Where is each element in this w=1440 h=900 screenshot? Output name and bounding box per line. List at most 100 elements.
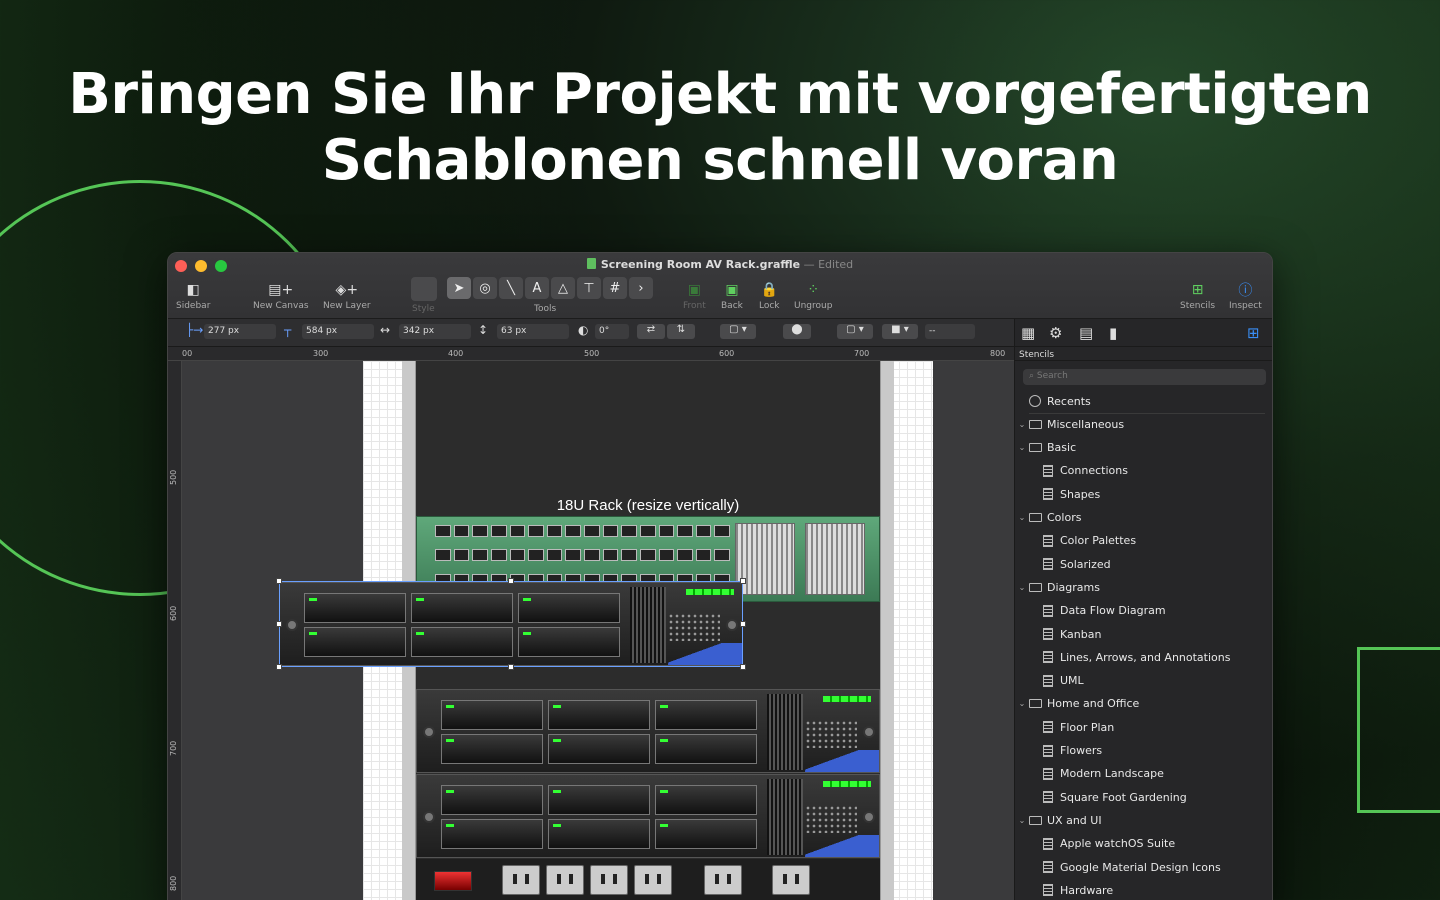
rack-rail-right[interactable] [880,361,894,900]
stencil-list-item[interactable]: Hardware [1043,880,1113,900]
new-canvas-button[interactable]: ▤+ New Canvas [253,279,309,311]
rotation-field[interactable]: 0° [595,324,629,339]
headline-line-1: Bringen Sie Ihr Projekt mit vorgefertigt… [68,62,1372,127]
lock-button[interactable]: 🔒 Lock [759,279,780,311]
sidebar-toggle-button[interactable]: ◧ Sidebar [176,279,210,311]
resize-handle[interactable] [740,664,746,670]
lock-icon: 🔒 [760,282,778,298]
pen-tool-icon[interactable]: △ [551,277,575,299]
text-tool-icon[interactable]: A [525,277,549,299]
stencil-search-input[interactable]: ⌕ Search [1023,369,1266,385]
canvas-inspector-icon[interactable]: ▦ [1021,324,1035,342]
pointer-tool-icon[interactable]: ➤ [447,277,471,299]
send-to-back-button[interactable]: ▣ Back [721,279,743,311]
gear-icon[interactable]: ⚙ [1049,324,1062,342]
stencil-icon [1043,674,1053,687]
stroke-color-well[interactable]: ■ ▾ [882,324,918,339]
x-field[interactable]: 277 px [204,324,276,339]
height-field[interactable]: 63 px [497,324,569,339]
stencil-list-item[interactable]: Connections [1043,461,1128,481]
chevron-down-icon[interactable]: ⌄ [1015,443,1029,452]
shape-tool-icon[interactable]: ◎ [473,277,497,299]
layout-icon[interactable]: ▤ [1079,324,1093,342]
stencil-list-item[interactable]: Apple watchOS Suite [1043,834,1175,854]
fill-popup-button[interactable]: ▢ ▾ [720,324,756,339]
inspect-button[interactable]: ⓘ Inspect [1229,279,1262,311]
resize-handle[interactable] [508,578,514,584]
flip-vertical-button[interactable]: ⇅ [667,324,695,339]
style-button[interactable] [411,277,437,301]
resize-handle[interactable] [508,664,514,670]
more-tools-icon[interactable]: › [629,277,653,299]
stencil-list-item-label: Hardware [1060,883,1114,897]
grid-tool-icon[interactable]: # [603,277,627,299]
stencil-list-item[interactable]: Color Palettes [1043,531,1136,551]
stencil-icon [1043,791,1053,804]
server-knob [423,811,435,823]
stencil-list-item[interactable]: Recents [1029,391,1091,411]
resize-handle[interactable] [276,578,282,584]
line-tool-icon[interactable]: ╲ [499,277,523,299]
app-window: Screening Room AV Rack.graffle — Edited … [167,252,1273,900]
canvas-page[interactable]: 18U Rack (resize vertically) [276,361,933,900]
document-inspector-icon[interactable]: ▮ [1109,324,1117,342]
new-canvas-label: New Canvas [253,301,309,311]
stencil-list-item[interactable]: UML [1043,671,1084,691]
chevron-down-icon[interactable]: ⌄ [1015,513,1029,522]
stencil-list-item-label: Google Material Design Icons [1060,860,1221,874]
stencil-list-item[interactable]: ⌄ Basic [1015,438,1076,458]
stencil-list-item[interactable]: Google Material Design Icons [1043,857,1221,877]
dash-style-field[interactable]: -- [925,324,975,339]
rack-label[interactable]: 18U Rack (resize vertically) [416,497,880,514]
inspector-tabs: ▦ ⚙ ▤ ▮ ⊞ [1015,319,1272,347]
stencil-list-item[interactable]: Data Flow Diagram [1043,601,1166,621]
drive-bay [548,734,650,764]
flip-horizontal-button[interactable]: ⇄ [637,324,665,339]
power-strip[interactable] [416,859,880,900]
stencil-list-item[interactable]: ⌄ Diagrams [1015,577,1100,597]
resize-handle[interactable] [740,621,746,627]
stencil-list-item[interactable]: Floor Plan [1043,717,1114,737]
chevron-down-icon[interactable]: ⌄ [1015,699,1029,708]
stencil-icon [1043,721,1053,734]
resize-handle[interactable] [740,578,746,584]
bring-to-front-button[interactable]: ▣ Front [683,279,706,311]
stencil-list-item[interactable]: ⌄ Miscellaneous [1015,414,1124,434]
stencil-list-item[interactable]: ⌄ UX and UI [1015,810,1102,830]
width-field[interactable]: 342 px [399,324,471,339]
canvas[interactable]: 18U Rack (resize vertically) [182,361,1014,900]
style-label: Style [412,304,435,314]
stencil-icon [1043,651,1053,664]
chevron-down-icon[interactable]: ⌄ [1015,816,1029,825]
stencil-list-item[interactable]: Shapes [1043,484,1100,504]
diagram-tool-icon[interactable]: ⊤ [577,277,601,299]
stencil-list-item[interactable]: Lines, Arrows, and Annotations [1043,647,1230,667]
stencil-list-item[interactable]: Flowers [1043,741,1102,761]
chevron-down-icon[interactable]: ⌄ [1015,420,1029,429]
rotation-knob-icon[interactable]: ◐ [578,323,588,337]
server-unit[interactable] [416,689,880,773]
ruler-tick-label: 300 [313,349,329,358]
ungroup-label: Ungroup [794,301,833,311]
y-field[interactable]: 584 px [302,324,374,339]
stencil-list-item[interactable]: Solarized [1043,554,1111,574]
resize-handle[interactable] [276,621,282,627]
ungroup-icon: ⁘ [807,282,820,298]
stencil-list-item[interactable]: Square Foot Gardening [1043,787,1187,807]
power-outlet [590,865,628,895]
ungroup-button[interactable]: ⁘ Ungroup [794,279,832,311]
resize-handle[interactable] [276,664,282,670]
stencil-list-item[interactable]: Kanban [1043,624,1101,644]
shadow-toggle[interactable]: ⬤ [783,324,811,339]
stencil-list-item[interactable]: ⌄ Home and Office [1015,694,1140,714]
front-icon: ▣ [687,282,701,298]
stencils-button[interactable]: ⊞ Stencils [1180,279,1215,311]
stroke-popup-button[interactable]: ▢ ▾ [837,324,873,339]
stencil-list-item[interactable]: Modern Landscape [1043,764,1164,784]
stencil-list-item[interactable]: ⌄ Colors [1015,508,1082,528]
chevron-down-icon[interactable]: ⌄ [1015,583,1029,592]
server-unit[interactable] [416,774,880,858]
stencils-tab-icon[interactable]: ⊞ [1247,324,1260,342]
ruler-tick-label: 800 [169,875,178,891]
new-layer-button[interactable]: ◈+ New Layer [323,279,371,311]
